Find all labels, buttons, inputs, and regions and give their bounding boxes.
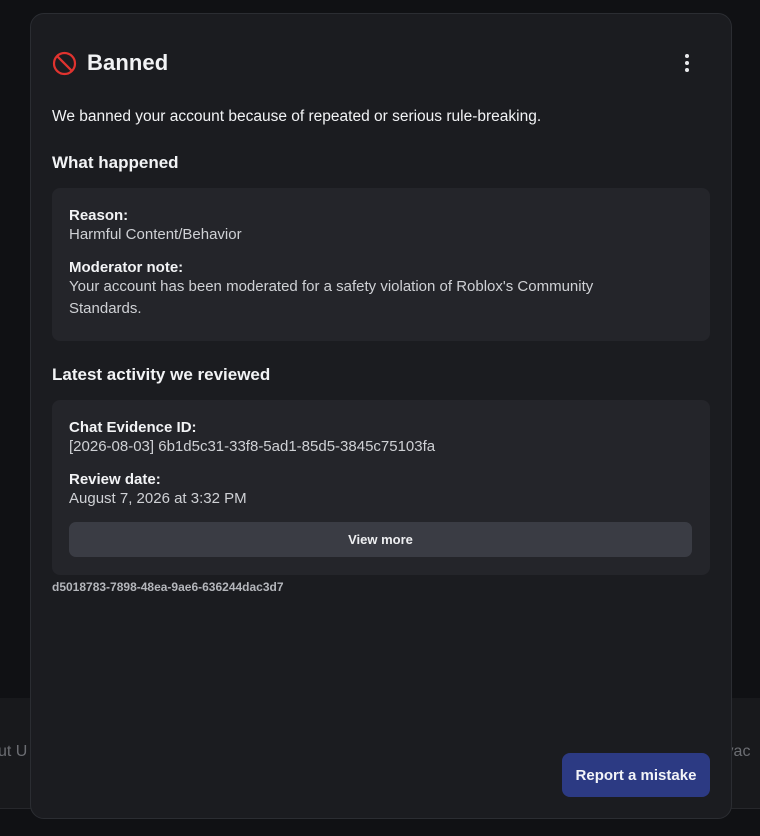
latest-activity-heading: Latest activity we reviewed: [52, 365, 271, 384]
background-footer-link: ut U: [0, 743, 28, 760]
evidence-id-label: Chat Evidence ID:: [69, 419, 197, 436]
evidence-hash: d5018783-7898-48ea-9ae6-636244dac3d7: [52, 580, 284, 594]
modal-title: Banned: [87, 50, 169, 75]
modal-header: Banned: [52, 50, 168, 76]
ban-icon: [52, 51, 77, 76]
what-happened-card: Reason: Harmful Content/Behavior Moderat…: [52, 188, 710, 341]
evidence-id-value: [2026-08-03] 6b1d5c31-33f8-5ad1-85d5-384…: [69, 438, 436, 455]
reason-value: Harmful Content/Behavior: [69, 226, 242, 243]
report-mistake-button[interactable]: Report a mistake: [562, 753, 710, 797]
review-date-label: Review date:: [69, 471, 161, 488]
ban-modal: Banned We banned your account because of…: [30, 13, 732, 819]
moderator-note-value: Your account has been moderated for a sa…: [69, 278, 594, 317]
moderator-note-label: Moderator note:: [69, 259, 184, 276]
view-more-button[interactable]: View more: [69, 522, 692, 557]
latest-activity-card: Chat Evidence ID: [2026-08-03] 6b1d5c31-…: [52, 400, 710, 575]
reason-label: Reason:: [69, 207, 129, 224]
review-date-value: August 7, 2026 at 3:32 PM: [69, 490, 247, 507]
more-vertical-icon: [685, 54, 689, 72]
more-options-button[interactable]: [673, 52, 701, 74]
what-happened-heading: What happened: [52, 153, 179, 172]
ban-description: We banned your account because of repeat…: [52, 108, 542, 125]
